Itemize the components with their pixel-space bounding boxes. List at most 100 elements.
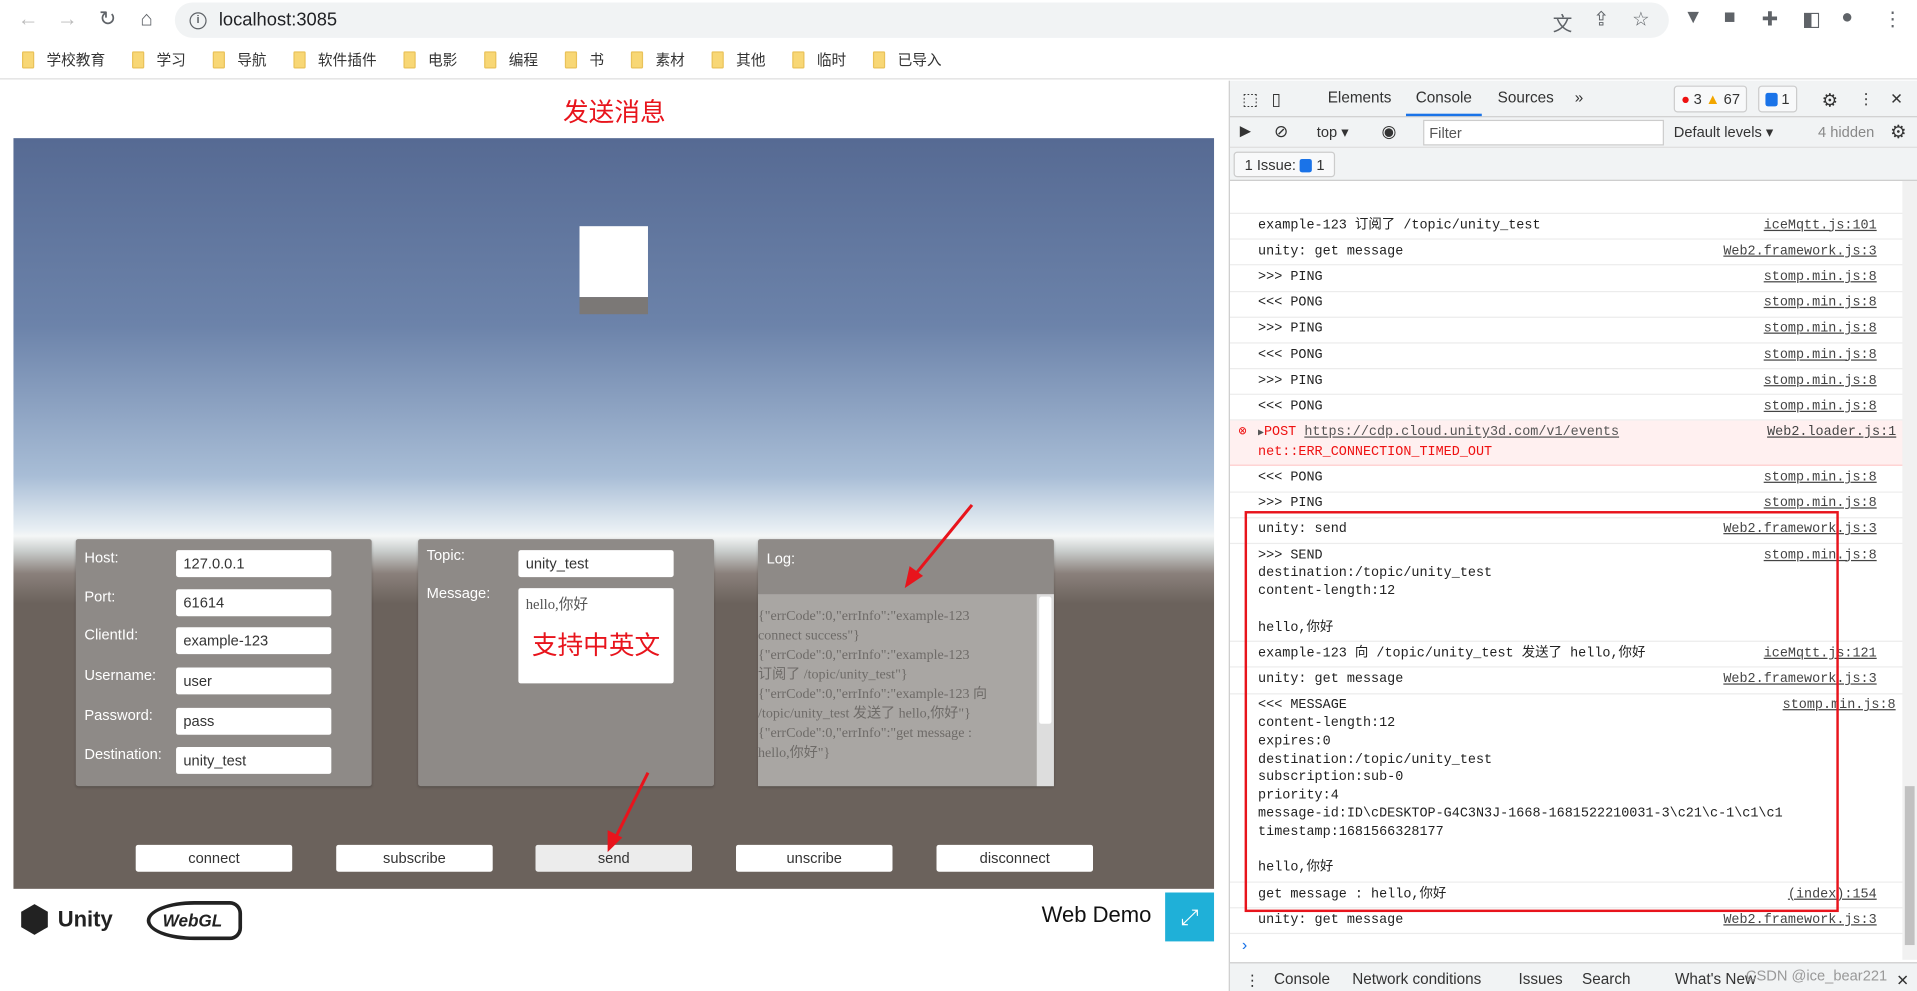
close-icon[interactable]: ✕ bbox=[1890, 89, 1903, 107]
inspect-icon[interactable]: ⬚ bbox=[1242, 89, 1258, 110]
devtools-tabbar: ⬚ ▯ Elements Console Sources » ● 3 ▲ 67 1 ⚙… bbox=[1229, 80, 1917, 118]
console-message: >>> PING bbox=[1258, 373, 1323, 389]
sidepanel-icon[interactable]: ◧ bbox=[1802, 7, 1820, 31]
bookmark-item[interactable]: 电影 bbox=[403, 49, 457, 70]
clear-icon[interactable]: ⊘ bbox=[1274, 121, 1288, 142]
bookmark-item[interactable]: 学习 bbox=[132, 49, 186, 70]
console-source-link[interactable]: Web2.loader.js:1 bbox=[1767, 424, 1896, 461]
drawer-tab[interactable]: What's New bbox=[1675, 971, 1756, 988]
bookmark-label: 软件插件 bbox=[317, 51, 377, 69]
bookmark-label: 编程 bbox=[508, 51, 539, 69]
bookmark-item[interactable]: 学校教育 bbox=[22, 49, 105, 70]
bookmark-item[interactable]: 素材 bbox=[630, 49, 685, 70]
console-prompt[interactable]: › bbox=[1230, 934, 1904, 957]
fullscreen-button[interactable]: ⤢ bbox=[1165, 892, 1215, 942]
bookmarks-bar: 学校教育 学习 导航 软件插件 电影 编程 书 素材 其他 临时 已导入 bbox=[0, 40, 1917, 80]
console-row: >>> PING stomp.min.js:8 bbox=[1229, 369, 1904, 396]
translate-icon[interactable]: 文 bbox=[1553, 7, 1573, 36]
bookmark-item[interactable]: 编程 bbox=[484, 49, 538, 70]
extension-v-icon[interactable]: ▼ bbox=[1684, 7, 1703, 29]
settings-icon[interactable]: ⚙ bbox=[1822, 89, 1838, 111]
console-message: ▶POST https://cdp.cloud.unity3d.com/v1/e… bbox=[1258, 424, 1619, 461]
console-source-link[interactable]: iceMqtt.js:101 bbox=[1764, 217, 1877, 235]
menu-icon[interactable]: ⋮ bbox=[1883, 7, 1903, 31]
console-source-link[interactable]: Web2.framework.js:3 bbox=[1723, 912, 1876, 930]
drawer-close-icon[interactable]: ✕ bbox=[1896, 971, 1909, 989]
puzzle-icon[interactable]: ✚ bbox=[1762, 7, 1778, 31]
context-select[interactable]: top ▾ bbox=[1317, 123, 1349, 140]
folder-icon bbox=[564, 50, 578, 68]
more-icon[interactable]: ⋮ bbox=[1858, 89, 1873, 107]
bookmark-label: 导航 bbox=[237, 51, 267, 69]
tab-sources[interactable]: Sources bbox=[1498, 89, 1554, 106]
console-source-link[interactable]: Web2.framework.js:3 bbox=[1723, 243, 1876, 261]
bookmark-label: 学习 bbox=[156, 51, 186, 69]
message-icon bbox=[1765, 92, 1778, 106]
info-icon[interactable]: i bbox=[189, 11, 207, 29]
console-source-link[interactable]: stomp.min.js:8 bbox=[1764, 295, 1877, 313]
eye-icon[interactable]: ◉ bbox=[1382, 121, 1397, 142]
bookmark-label: 学校教育 bbox=[46, 51, 106, 69]
sidebar-toggle-icon[interactable]: ▶ bbox=[1240, 122, 1251, 139]
unity-canvas[interactable]: Host: 127.0.0.1 Port: 61614 ClientId: example… bbox=[13, 138, 1215, 889]
console-row: <<< PONG stomp.min.js:8 bbox=[1229, 395, 1904, 422]
avatar[interactable]: ● bbox=[1841, 7, 1853, 29]
messages-badge[interactable]: 1 bbox=[1758, 85, 1797, 113]
console-row: >>> PING stomp.min.js:8 bbox=[1229, 266, 1904, 292]
drawer-menu-icon[interactable]: ⋮ bbox=[1245, 971, 1260, 989]
console-source-link[interactable]: stomp.min.js:8 bbox=[1764, 321, 1877, 339]
console-source-link[interactable]: stomp.min.js:8 bbox=[1764, 347, 1877, 365]
reload-icon[interactable]: ↻ bbox=[94, 7, 121, 31]
request-method: POST bbox=[1263, 425, 1297, 441]
browser-toolbar: ← → ↻ ⌂ i localhost:3085 文 ⇪ ☆ ▼ ■ ✚ ◧ ● … bbox=[0, 0, 1917, 41]
console-toolbar: ▶ ⊘ top ▾ ◉ Filter Default levels ▾ 4 hi… bbox=[1229, 117, 1917, 148]
annotation-arrows bbox=[607, 503, 974, 853]
extension-icon[interactable]: ■ bbox=[1724, 7, 1736, 29]
drawer-tab[interactable]: Issues bbox=[1518, 971, 1562, 988]
levels-select[interactable]: Default levels ▾ bbox=[1674, 123, 1774, 140]
console-source-link[interactable]: stomp.min.js:8 bbox=[1764, 373, 1877, 391]
console-settings-icon[interactable]: ⚙ bbox=[1890, 121, 1906, 143]
console-row: <<< PONG stomp.min.js:8 bbox=[1229, 466, 1904, 493]
back-icon[interactable]: ← bbox=[15, 7, 42, 31]
bookmark-item[interactable]: 软件插件 bbox=[293, 49, 377, 70]
more-tabs-icon[interactable]: » bbox=[1575, 89, 1584, 106]
console-scrollbar[interactable] bbox=[1902, 180, 1917, 960]
star-icon[interactable]: ☆ bbox=[1632, 7, 1650, 31]
bookmark-item[interactable]: 已导入 bbox=[873, 49, 942, 70]
error-warning-badge[interactable]: ● 3 ▲ 67 bbox=[1673, 85, 1748, 113]
console-source-link[interactable]: stomp.min.js:8 bbox=[1764, 269, 1877, 287]
issues-bar: 1 Issue: 1 bbox=[1229, 147, 1917, 181]
bookmark-item[interactable]: 其他 bbox=[711, 49, 766, 70]
bookmark-label: 临时 bbox=[816, 51, 847, 69]
share-icon[interactable]: ⇪ bbox=[1593, 7, 1609, 31]
bookmark-item[interactable]: 导航 bbox=[212, 49, 267, 70]
device-icon[interactable]: ▯ bbox=[1272, 89, 1281, 110]
drawer-tab[interactable]: Search bbox=[1582, 971, 1630, 988]
console-message: <<< PONG bbox=[1258, 470, 1323, 486]
forward-icon[interactable]: → bbox=[54, 7, 81, 31]
bookmark-item[interactable]: 书 bbox=[564, 49, 604, 70]
folder-icon bbox=[873, 50, 886, 68]
console-message: >>> PING bbox=[1258, 322, 1323, 337]
issues-button[interactable]: 1 Issue: 1 bbox=[1233, 151, 1336, 178]
console-source-link[interactable]: stomp.min.js:8 bbox=[1764, 398, 1877, 416]
home-icon[interactable]: ⌂ bbox=[133, 7, 160, 31]
tab-elements[interactable]: Elements bbox=[1328, 89, 1392, 106]
request-url[interactable]: https://cdp.cloud.unity3d.com/v1/events bbox=[1304, 426, 1619, 441]
drawer-tab[interactable]: Network conditions bbox=[1352, 971, 1481, 988]
address-bar[interactable]: i localhost:3085 bbox=[174, 2, 1669, 38]
bookmark-item[interactable]: 临时 bbox=[792, 49, 846, 70]
folder-icon bbox=[792, 50, 805, 68]
tab-console[interactable]: Console bbox=[1405, 89, 1482, 117]
folder-icon bbox=[484, 50, 497, 68]
unity-logo: ⬢ Unity bbox=[18, 899, 113, 941]
drawer-tab[interactable]: Console bbox=[1274, 971, 1330, 988]
folder-icon bbox=[630, 50, 644, 68]
error-icon: ⊗ bbox=[1238, 425, 1247, 441]
folder-icon bbox=[403, 50, 416, 68]
console-source-link[interactable]: stomp.min.js:8 bbox=[1764, 470, 1877, 488]
console-row: >>> PING stomp.min.js:8 bbox=[1229, 317, 1904, 344]
folder-icon bbox=[711, 50, 724, 68]
filter-input[interactable]: Filter bbox=[1423, 119, 1664, 146]
